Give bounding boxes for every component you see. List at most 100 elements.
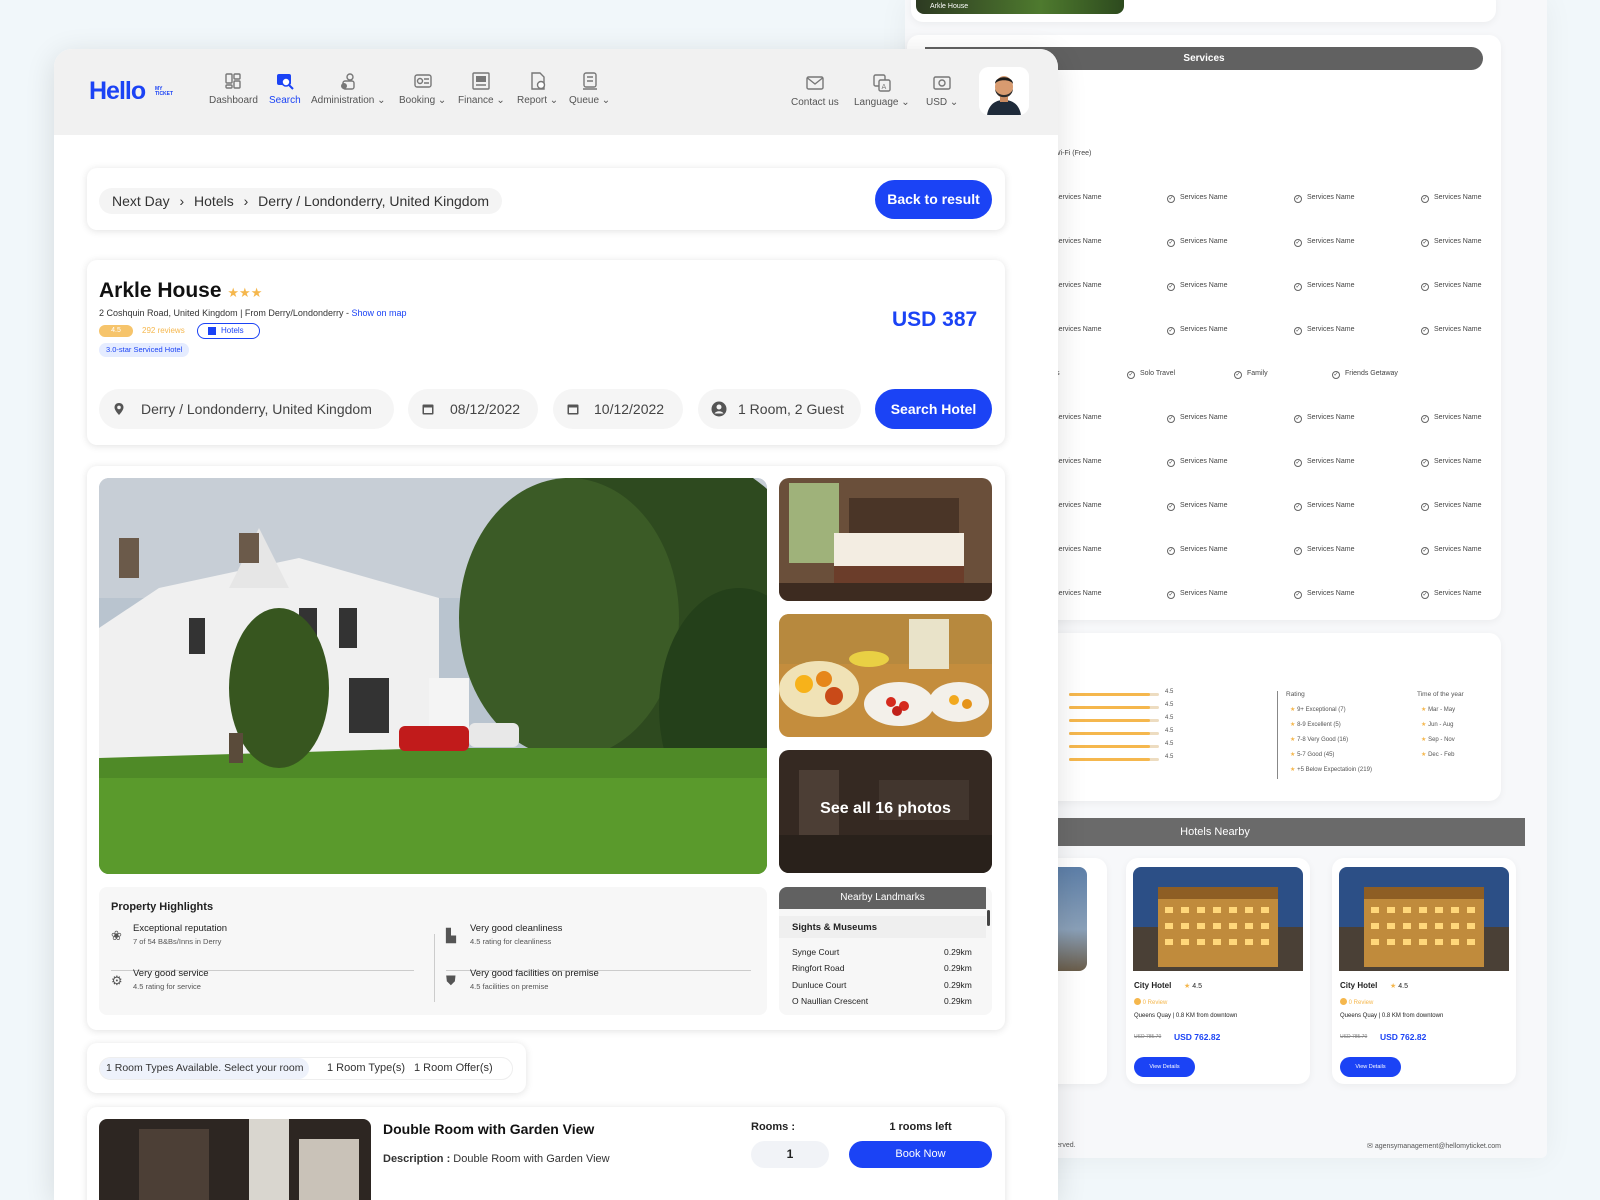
service-item: ✓Services Name: [1294, 502, 1355, 511]
service-item: ✓Services Name: [1421, 546, 1482, 555]
hotel-old-price: USD 785.70: [1134, 1034, 1162, 1040]
rating-bar-value: 4.5: [1165, 715, 1174, 721]
rating-title: Rating: [1286, 691, 1305, 698]
building-icon: [208, 327, 216, 335]
contact-us-link[interactable]: Contact us: [791, 73, 839, 108]
nav-booking[interactable]: Booking ⌄: [399, 71, 446, 106]
view-details-button[interactable]: View Details: [1340, 1057, 1401, 1077]
hotel-name: Arkle House ★★★: [99, 279, 263, 302]
checkin-date-input[interactable]: 08/12/2022: [408, 389, 538, 429]
chevron-down-icon: ⌄: [949, 97, 959, 108]
room-photo-illustration: [99, 1119, 371, 1200]
hotel-price: USD 387: [892, 308, 978, 331]
rating-filter-item[interactable]: ★ 5-7 Good (45): [1290, 751, 1334, 758]
rooms-quantity-input[interactable]: 1: [751, 1141, 829, 1168]
report-icon: [530, 72, 545, 90]
highlights-divider: [434, 934, 435, 1002]
user-avatar[interactable]: [979, 67, 1029, 115]
service-item: ✓Services Name: [1167, 502, 1228, 511]
check-icon: ✓: [1167, 195, 1175, 203]
landmark-name: Dunluce Court: [792, 979, 847, 990]
check-icon: ✓: [1421, 591, 1429, 599]
service-item: ✓Services Name: [1294, 238, 1355, 247]
rating-filter-item[interactable]: ★ 9+ Exceptional (7): [1290, 706, 1346, 713]
award-icon: ❀: [111, 928, 122, 943]
room-offer-count-tab[interactable]: 1 Room Offer(s): [414, 1058, 493, 1079]
nav-dashboard[interactable]: Dashboard: [209, 71, 258, 106]
back-to-result-button[interactable]: Back to result: [875, 180, 992, 219]
location-input[interactable]: Derry / Londonderry, United Kingdom: [99, 389, 394, 429]
service-item: ✓Services Name: [1294, 326, 1355, 335]
breadcrumb-item[interactable]: Hotels: [194, 193, 234, 209]
translate-icon: A: [873, 74, 891, 92]
nav-label: Search: [269, 95, 301, 106]
service-item: ✓Services Name: [1167, 546, 1228, 555]
breadcrumb-item[interactable]: Next Day: [112, 193, 170, 209]
hotel-location: Queens Quay | 0.8 KM from downtown: [1134, 1013, 1238, 1019]
check-icon: ✓: [1294, 459, 1302, 467]
chevron-right-icon: ›: [179, 193, 185, 209]
star-icon: ★: [1290, 752, 1296, 758]
view-details-button[interactable]: View Details: [1134, 1057, 1195, 1077]
nearby-hotel-card[interactable]: City Hotel ★ 4.5 0 Review Queens Quay | 0.…: [1126, 858, 1310, 1084]
currency-dropdown[interactable]: USD ⌄: [926, 73, 958, 108]
star-icon: ★: [1290, 737, 1296, 743]
room-photo[interactable]: [99, 1119, 371, 1200]
review-count[interactable]: 292 reviews: [142, 325, 185, 337]
see-all-photos-tile[interactable]: See all 16 photos: [779, 750, 992, 873]
service-item: ✓Services Name: [1294, 414, 1355, 423]
book-now-button[interactable]: Book Now: [849, 1141, 992, 1168]
time-filter-item[interactable]: ★ Mar - May: [1421, 706, 1455, 713]
hotel-location: Queens Quay | 0.8 KM from downtown: [1340, 1013, 1444, 1019]
rating-filter-item[interactable]: ★ 8-9 Excellent (5): [1290, 721, 1341, 728]
rating-filter-item[interactable]: ★ 7-8 Very Good (16): [1290, 736, 1348, 743]
scrollbar-thumb[interactable]: [987, 910, 990, 926]
breakfast-photo: [779, 614, 992, 737]
photo-thumbnail-breakfast[interactable]: [779, 614, 992, 737]
search-hotel-button[interactable]: Search Hotel: [875, 389, 992, 429]
check-icon: ✓: [1294, 195, 1302, 203]
highlight-title: Very good facilities on premise: [470, 968, 599, 979]
nav-label: Finance: [458, 95, 494, 106]
chevron-down-icon: ⌄: [435, 95, 447, 106]
checkout-date-input[interactable]: 10/12/2022: [553, 389, 683, 429]
nav-queue[interactable]: Queue ⌄: [569, 71, 610, 106]
show-on-map-link[interactable]: Show on map: [351, 308, 406, 318]
star-icon: ★: [1421, 707, 1427, 713]
room-types-available-tab[interactable]: 1 Room Types Available. Select your room: [100, 1058, 310, 1079]
travel-type-item: ✓ Friends Getaway: [1332, 370, 1398, 379]
time-filter-item[interactable]: ★ Dec - Feb: [1421, 751, 1454, 758]
service-item: ✓Services Name: [1421, 590, 1482, 599]
nav-search[interactable]: Search: [269, 71, 301, 106]
score-badge: 4.5: [99, 325, 133, 337]
guests-input[interactable]: 1 Room, 2 Guest: [698, 389, 861, 429]
shield-check-icon: ⛊: [446, 973, 456, 988]
service-item: ✓Services Name: [1294, 458, 1355, 467]
highlight-title: Very good cleanliness: [470, 923, 563, 934]
nav-administration[interactable]: Administration ⌄: [311, 71, 386, 106]
logo[interactable]: Hello MY TICKET: [89, 77, 173, 106]
language-dropdown[interactable]: A Language ⌄: [854, 73, 910, 108]
nav-finance[interactable]: Finance ⌄: [458, 71, 505, 106]
time-filter-item[interactable]: ★ Sep - Nov: [1421, 736, 1455, 743]
check-icon: ✓: [1167, 239, 1175, 247]
main-hotel-photo[interactable]: [99, 478, 767, 874]
rating-filter-item[interactable]: ★ +5 Below Expectatioin (219): [1290, 766, 1372, 773]
chevron-down-icon: ⌄: [599, 95, 611, 106]
check-icon: ✓: [1294, 591, 1302, 599]
money-icon: [933, 76, 951, 90]
check-icon: ✓: [1421, 239, 1429, 247]
check-icon: ✓: [1294, 547, 1302, 555]
star-icon: ★: [1290, 767, 1296, 773]
gallery-tag: Arkle House: [916, 0, 1124, 14]
breadcrumb-item[interactable]: Derry / Londonderry, United Kingdom: [258, 193, 489, 209]
nav-report[interactable]: Report ⌄: [517, 71, 558, 106]
time-filter-item[interactable]: ★ Jun - Aug: [1421, 721, 1453, 728]
administration-icon: [341, 73, 355, 90]
photo-thumbnail-bedroom[interactable]: [779, 478, 992, 601]
rooms-label: Rooms :: [751, 1121, 795, 1133]
room-type-count-tab[interactable]: 1 Room Type(s): [327, 1058, 405, 1079]
nearby-hotel-card[interactable]: City Hotel ★ 4.5 0 Review Queens Quay | 0.…: [1332, 858, 1516, 1084]
breadcrumb: Next Day › Hotels › Derry / Londonderry,…: [99, 188, 503, 214]
service-item: ✓Services Name: [1294, 282, 1355, 291]
